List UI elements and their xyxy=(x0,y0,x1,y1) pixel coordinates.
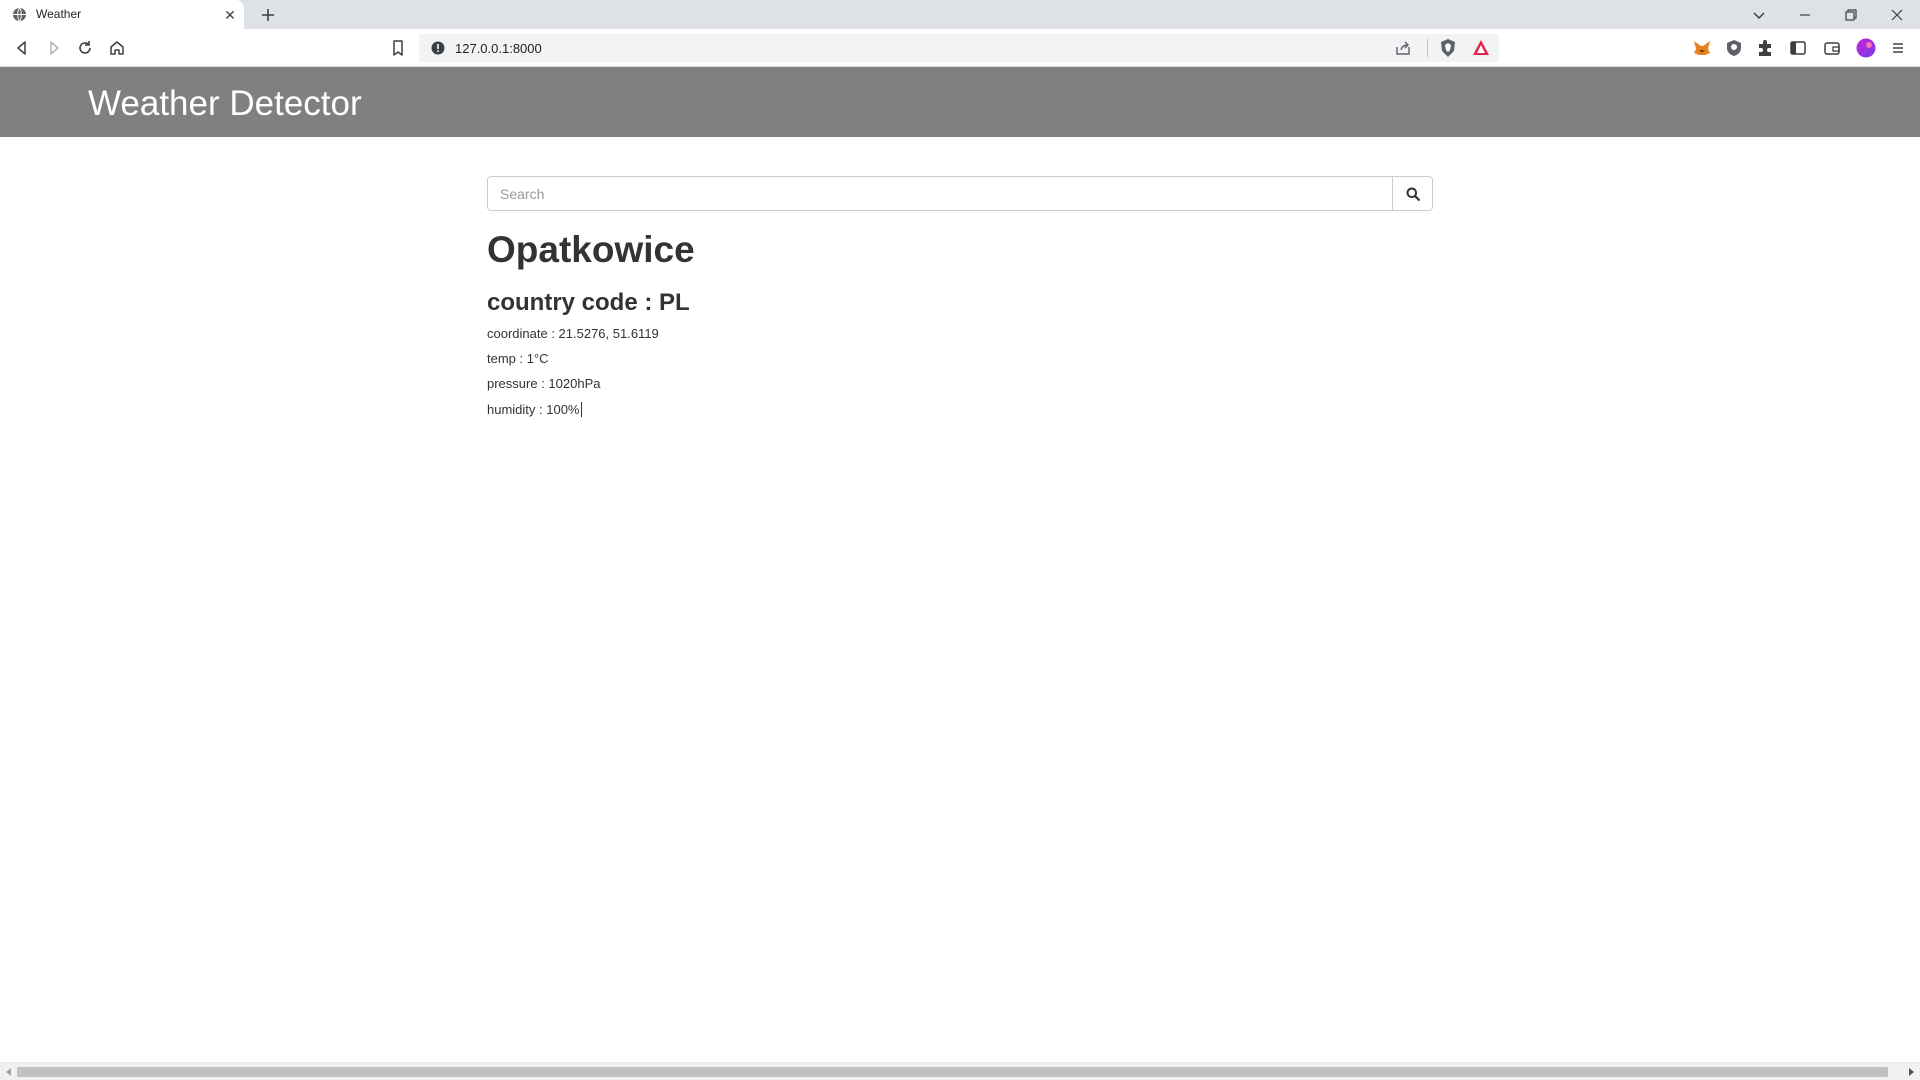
horizontal-scrollbar[interactable] xyxy=(0,1062,1920,1080)
country-code: country code : PL xyxy=(487,289,690,316)
search-button[interactable] xyxy=(1392,176,1433,211)
tab-strip: Weather ✕ xyxy=(0,0,1920,29)
search-form xyxy=(487,176,1433,211)
tab-close-icon[interactable]: ✕ xyxy=(222,7,238,23)
profile-avatar-icon[interactable] xyxy=(1856,38,1876,58)
privacy-shield-extension-icon[interactable] xyxy=(1724,38,1744,58)
omnibox-separator xyxy=(1427,39,1428,57)
reload-icon[interactable] xyxy=(75,38,95,58)
browser-menu-icon[interactable] xyxy=(1888,38,1908,58)
search-icon xyxy=(1406,187,1420,201)
window-close-icon[interactable] xyxy=(1886,4,1908,26)
coordinate-text: coordinate : 21.5276, 51.6119 xyxy=(487,326,659,341)
share-icon[interactable] xyxy=(1394,39,1412,57)
restore-icon[interactable] xyxy=(1840,4,1862,26)
sidebar-toggle-icon[interactable] xyxy=(1788,38,1808,58)
forward-arrow-icon[interactable] xyxy=(44,38,64,58)
brave-rewards-icon[interactable] xyxy=(1471,38,1491,58)
city-name: Opatkowice xyxy=(487,229,695,270)
browser-tab-weather[interactable]: Weather ✕ xyxy=(0,0,244,29)
brand-title[interactable]: Weather Detector xyxy=(88,84,362,124)
browser-toolbar: 127.0.0.1:8000 xyxy=(0,29,1920,67)
tab-title: Weather xyxy=(36,7,82,21)
tab-search-chevron-down-icon[interactable] xyxy=(1748,4,1770,26)
wallet-icon[interactable] xyxy=(1822,38,1842,58)
brave-shields-icon[interactable] xyxy=(1438,38,1458,58)
scrollbar-thumb[interactable] xyxy=(17,1067,1888,1077)
address-bar[interactable]: 127.0.0.1:8000 xyxy=(419,34,1499,62)
extensions-puzzle-icon[interactable] xyxy=(1755,38,1775,58)
home-icon[interactable] xyxy=(107,38,127,58)
globe-icon xyxy=(12,7,27,22)
site-navbar: Weather Detector xyxy=(0,67,1920,137)
address-url: 127.0.0.1:8000 xyxy=(455,41,542,56)
metamask-fox-icon[interactable] xyxy=(1692,38,1712,58)
temperature-text: temp : 1°C xyxy=(487,351,549,366)
scroll-left-arrow-icon[interactable] xyxy=(4,1067,14,1077)
pressure-text: pressure : 1020hPa xyxy=(487,376,601,391)
scroll-right-arrow-icon[interactable] xyxy=(1906,1067,1916,1077)
bookmark-icon[interactable] xyxy=(388,38,408,58)
search-input[interactable] xyxy=(487,176,1393,211)
text-cursor xyxy=(580,402,582,417)
new-tab-icon[interactable] xyxy=(258,5,278,25)
minimize-icon[interactable] xyxy=(1794,4,1816,26)
back-arrow-icon[interactable] xyxy=(12,38,32,58)
humidity-line: humidity : 100% xyxy=(487,401,582,419)
site-info-icon[interactable] xyxy=(431,41,445,55)
humidity-text: humidity : 100% xyxy=(487,402,580,417)
